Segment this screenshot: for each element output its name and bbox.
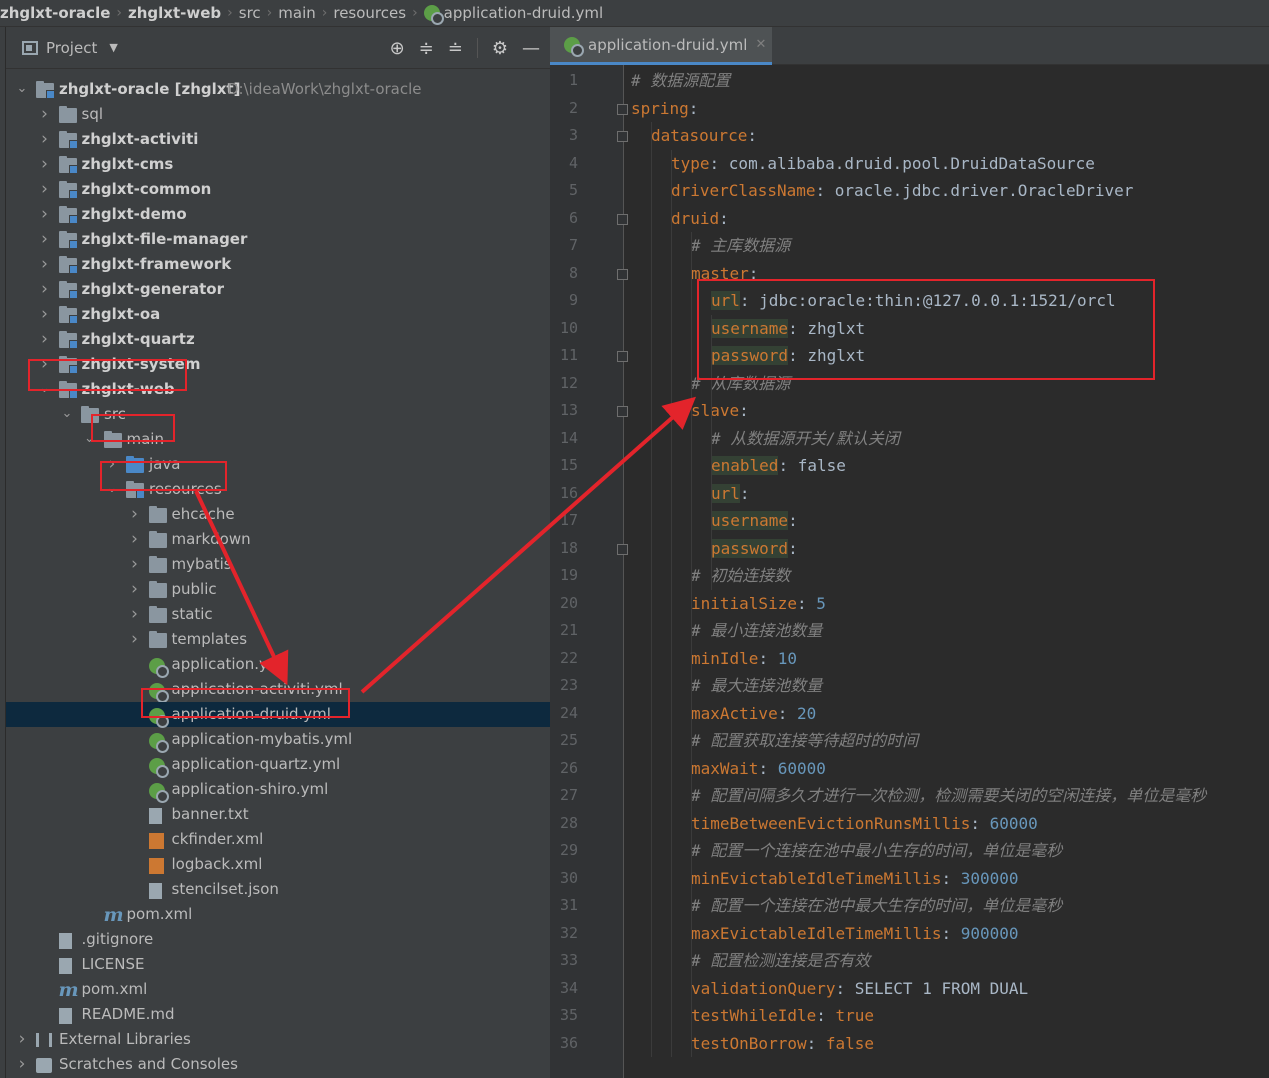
ide-window: zhglxt-oracle › zhglxt-web › src › main › resour…	[0, 0, 1269, 1078]
annotation-arrows	[194, 396, 696, 694]
annotation-arrow-up	[360, 396, 696, 694]
annotation-arrow-down	[194, 490, 289, 686]
